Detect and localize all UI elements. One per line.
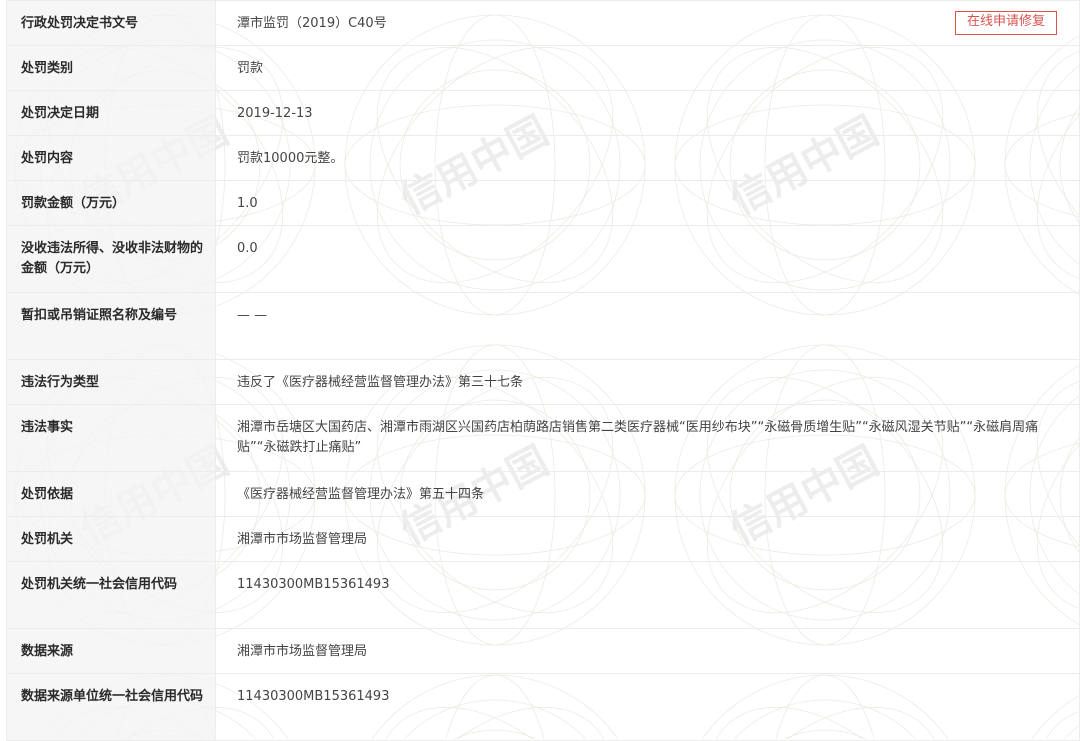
row-value: 2019-12-13 [215,90,1080,136]
row-label: 没收违法所得、没收非法财物的金额（万元） [6,225,216,293]
row-label: 处罚类别 [6,45,216,91]
table-row: 处罚决定日期 2019-12-13 [6,90,1080,136]
row-label: 罚款金额（万元） [6,180,216,226]
row-label: 违法事实 [6,404,216,472]
table-row: 处罚内容 罚款10000元整。 [6,135,1080,181]
table-row: 处罚机关 湘潭市市场监督管理局 [6,516,1080,562]
table-row: 暂扣或吊销证照名称及编号 — — [6,292,1080,360]
row-label: 行政处罚决定书文号 [6,0,216,46]
row-value: 罚款10000元整。 [215,135,1080,181]
row-value: 罚款 [215,45,1080,91]
row-value: 湘潭市市场监督管理局 [215,516,1080,562]
table-row: 处罚类别 罚款 [6,45,1080,91]
row-value: 潭市监罚（2019）C40号 [237,16,387,31]
table-row: 数据来源 湘潭市市场监督管理局 [6,628,1080,674]
row-label: 处罚决定日期 [6,90,216,136]
row-value: 11430300MB15361493 [215,561,1080,629]
row-label: 处罚机关 [6,516,216,562]
row-value: 湘潭市市场监督管理局 [215,628,1080,674]
table-row: 处罚依据 《医疗器械经营监督管理办法》第五十四条 [6,471,1080,517]
row-label: 数据来源单位统一社会信用代码 [6,673,216,741]
row-value: — — [215,292,1080,360]
row-label: 违法行为类型 [6,359,216,405]
table-row: 处罚机关统一社会信用代码 11430300MB15361493 [6,561,1080,629]
row-value: 0.0 [215,225,1080,293]
row-value-cell: 潭市监罚（2019）C40号 在线申请修复 [215,0,1080,46]
table-row: 数据来源单位统一社会信用代码 11430300MB15361493 [6,673,1080,741]
apply-repair-button[interactable]: 在线申请修复 [954,11,1057,35]
row-value: 湘潭市岳塘区大国药店、湘潭市雨湖区兴国药店柏荫路店销售第二类医疗器械“医用纱布块… [215,404,1080,472]
row-label: 暂扣或吊销证照名称及编号 [6,292,216,360]
row-value: 1.0 [215,180,1080,226]
row-value: 11430300MB15361493 [215,673,1080,741]
row-label: 处罚依据 [6,471,216,517]
table-row: 罚款金额（万元） 1.0 [6,180,1080,226]
table-row: 没收违法所得、没收非法财物的金额（万元） 0.0 [6,225,1080,293]
penalty-detail-table: 行政处罚决定书文号 潭市监罚（2019）C40号 在线申请修复 处罚类别 罚款 … [6,0,1080,741]
row-label: 处罚内容 [6,135,216,181]
table-row: 违法行为类型 违反了《医疗器械经营监督管理办法》第三十七条 [6,359,1080,405]
table-row: 违法事实 湘潭市岳塘区大国药店、湘潭市雨湖区兴国药店柏荫路店销售第二类医疗器械“… [6,404,1080,472]
row-label: 数据来源 [6,628,216,674]
row-value: 违反了《医疗器械经营监督管理办法》第三十七条 [215,359,1080,405]
table-row: 行政处罚决定书文号 潭市监罚（2019）C40号 在线申请修复 [6,0,1080,46]
row-value: 《医疗器械经营监督管理办法》第五十四条 [215,471,1080,517]
row-label: 处罚机关统一社会信用代码 [6,561,216,629]
